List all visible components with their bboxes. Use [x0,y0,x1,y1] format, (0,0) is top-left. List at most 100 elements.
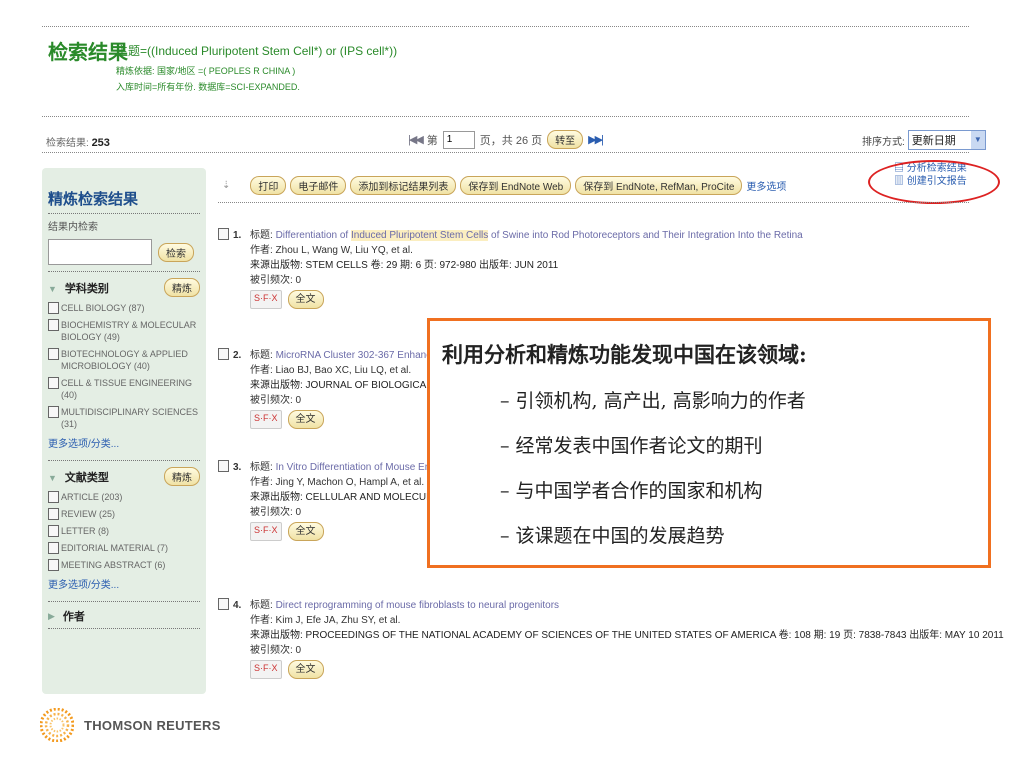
first-prev-page-icon[interactable]: |◀◀ [408,133,424,146]
title-label: 标题: [250,230,276,241]
select-arrow-icon: ⇣ [222,180,231,191]
facet-checkbox[interactable] [48,348,59,360]
record-title-link[interactable]: In Vitro Differentiation of Mouse Emb [276,462,439,473]
timespan-text: 入库时间=所有年份. 数据库=SCI-EXPANDED. [116,82,300,92]
facet-checkbox[interactable] [48,302,59,314]
page-suffix: 页，共 26 页 [479,134,543,147]
search-within-button[interactable]: 检索 [158,242,194,262]
callout-heading: 利用分析和精炼功能发现中国在该领域: [442,342,807,367]
sort-control: 排序方式: 更新日期 ▼ [862,130,986,150]
record-cited: 被引频次: 0 [250,645,302,656]
expand-triangle-icon[interactable]: ▼ [48,284,57,294]
page-prefix: 第 [426,134,438,147]
facet-checkbox[interactable] [48,525,59,537]
record-title-link[interactable]: Differentiation of Induced Pluripotent S… [276,230,803,241]
sfx-button[interactable]: S·F·X [250,290,282,309]
title-text: In Vitro Differentiation of Mouse Emb [275,462,439,473]
facet-option[interactable]: MULTIDISCIPLINARY SCIENCES (31) [48,406,200,430]
facet-option[interactable]: CELL & TISSUE ENGINEERING (40) [48,377,200,401]
facet-doctype-title: 文献类型 [64,471,109,484]
record-checkbox[interactable] [218,348,229,360]
toolbar: ⇣ 打印 电子邮件 添加到标记结果列表 保存到 EndNote Web 保存到 … [222,176,786,195]
record-source: 来源出版物: STEM CELLS 卷: 29 期: 6 页: 972-980 … [250,260,559,271]
next-last-page-icon[interactable]: ▶▶| [588,133,604,146]
sfx-button[interactable]: S·F·X [250,410,282,429]
facet-option[interactable]: CELL BIOLOGY (87) [48,302,200,314]
sfx-button[interactable]: S·F·X [250,660,282,679]
facet-checkbox[interactable] [48,377,59,389]
record-number: 3. [233,462,242,473]
facet-checkbox[interactable] [48,508,59,520]
search-within-label: 结果内检索 [48,222,98,233]
facet-checkbox[interactable] [48,319,59,331]
chevron-down-icon: ▼ [970,131,985,149]
logo-text: THOMSON REUTERS [84,717,221,733]
fulltext-button[interactable]: 全文 [287,290,324,309]
record-checkbox[interactable] [218,228,229,240]
facet-option-label: MEETING ABSTRACT (6) [61,560,166,570]
sfx-button[interactable]: S·F·X [250,522,282,541]
facet-option-label: EDITORIAL MATERIAL (7) [61,543,169,553]
title-text: Direct reprogramming of mouse fibroblast… [275,600,560,611]
record-source: 来源出版物: PROCEEDINGS OF THE NATIONAL ACADE… [250,630,1004,641]
query-text: 主题=((Induced Pluripotent Stem Cell*) or … [116,44,398,58]
collapsed-triangle-icon[interactable]: ▶ [48,611,55,622]
record-cited: 被引频次: 0 [250,395,302,406]
facet-option-label: ARTICLE (203) [61,492,123,502]
add-marked-button[interactable]: 添加到标记结果列表 [350,176,457,195]
result-record: 4. 标题: Direct reprogramming of mouse fibr… [218,598,1004,679]
title-highlight: Induced Pluripotent Stem Cells [350,230,489,241]
record-cited: 被引频次: 0 [250,275,302,286]
facet-author-title[interactable]: 作者 [63,608,85,624]
record-number: 4. [233,600,242,611]
refine-subject-button[interactable]: 精炼 [164,278,200,297]
save-endnote-web-button[interactable]: 保存到 EndNote Web [460,176,572,195]
record-number: 1. [233,230,242,241]
facet-option-label: MULTIDISCIPLINARY SCIENCES (31) [61,407,199,429]
expand-triangle-icon[interactable]: ▼ [48,473,57,483]
facet-checkbox[interactable] [48,559,59,571]
fulltext-button[interactable]: 全文 [287,660,324,679]
highlight-ellipse [868,160,1000,204]
subject-more-link[interactable]: 更多选项/分类... [48,435,200,450]
refine-text: 精炼依据: 国家/地区 =( PEOPLES R CHINA ) [116,66,296,76]
result-record: 3. 标题: In Vitro Differentiation of Mouse … [218,460,456,541]
logo-dots-icon [40,708,74,742]
facet-option[interactable]: EDITORIAL MATERIAL (7) [48,542,200,554]
more-options-link[interactable]: 更多选项 [746,178,786,193]
facet-checkbox[interactable] [48,542,59,554]
refine-doctype-button[interactable]: 精炼 [164,467,200,486]
result-record: 2. 标题: MicroRNA Cluster 302-367 Enhance 作者… [218,348,455,429]
facet-option-label: LETTER (8) [61,526,110,536]
facet-checkbox[interactable] [48,491,59,503]
print-button[interactable]: 打印 [250,176,287,195]
callout-item: – 经常发表中国作者论文的期刊 [500,435,763,457]
result-count: 检索结果: 253 [46,134,110,149]
facet-option[interactable]: MEETING ABSTRACT (6) [48,559,200,571]
facet-checkbox[interactable] [48,406,59,418]
email-button[interactable]: 电子邮件 [290,176,347,195]
search-within-input[interactable] [48,239,152,265]
fulltext-button[interactable]: 全文 [287,410,324,429]
facet-option[interactable]: REVIEW (25) [48,508,200,520]
record-title-link[interactable]: Direct reprogramming of mouse fibroblast… [276,600,559,611]
facet-option[interactable]: BIOTECHNOLOGY & APPLIED MICROBIOLOGY (40… [48,348,200,372]
page-input[interactable] [442,130,475,149]
facet-option[interactable]: LETTER (8) [48,525,200,537]
sort-value: 更新日期 [911,135,956,147]
record-authors: 作者: Kim J, Efe JA, Zhu SY, et al. [250,615,401,626]
facet-option[interactable]: BIOCHEMISTRY & MOLECULAR BIOLOGY (49) [48,319,200,343]
facet-option-label: BIOTECHNOLOGY & APPLIED MICROBIOLOGY (40… [61,349,188,371]
sort-select[interactable]: 更新日期 ▼ [907,130,986,150]
title-text: of Swine into Rod Photoreceptors and The… [488,230,803,241]
title-text: MicroRNA Cluster 302-367 Enhance [275,350,437,361]
record-checkbox[interactable] [218,460,229,472]
doctype-more-link[interactable]: 更多选项/分类... [48,576,200,591]
record-title-link[interactable]: MicroRNA Cluster 302-367 Enhance [276,350,437,361]
save-endnote-button[interactable]: 保存到 EndNote, RefMan, ProCite [575,176,743,195]
fulltext-button[interactable]: 全文 [287,522,324,541]
facet-option-label: CELL BIOLOGY (87) [61,303,145,313]
record-checkbox[interactable] [218,598,229,610]
facet-option[interactable]: ARTICLE (203) [48,491,200,503]
goto-button[interactable]: 转至 [547,130,584,149]
